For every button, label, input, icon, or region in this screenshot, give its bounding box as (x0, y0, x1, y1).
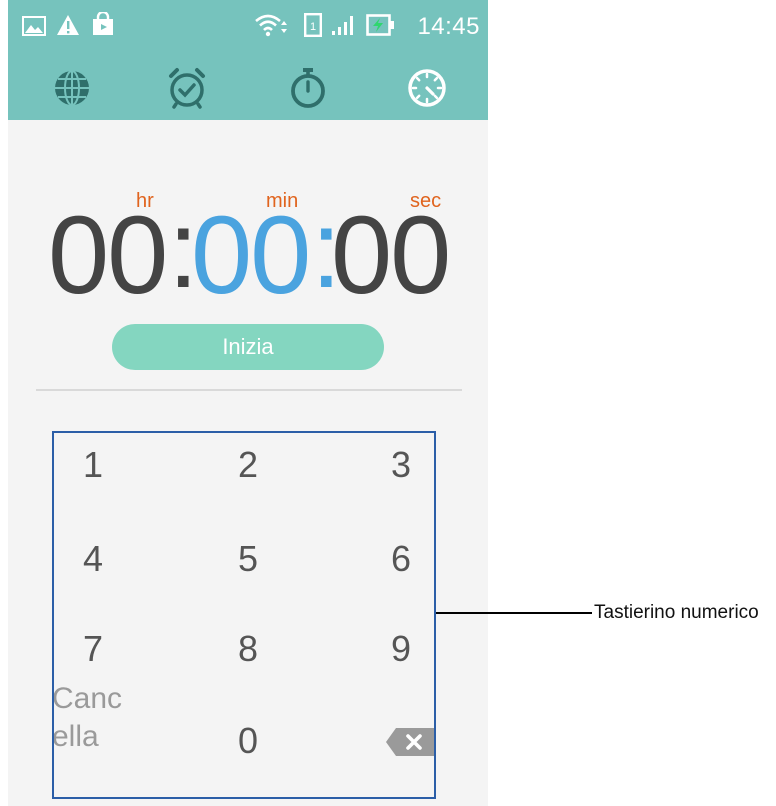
timer-display: 00 : 00 : 00 (8, 190, 488, 316)
status-bar: 1 14:45 (8, 0, 488, 56)
callout-line (436, 612, 592, 614)
keypad-highlight-frame (52, 431, 436, 799)
sim-icon: 1 (304, 13, 322, 37)
start-button[interactable]: Inizia (112, 324, 384, 370)
tab-timer-icon[interactable] (403, 64, 451, 112)
battery-charging-icon (366, 14, 394, 36)
hours-value[interactable]: 00 (48, 196, 168, 316)
minutes-value[interactable]: 00 (191, 196, 311, 316)
tab-bar (8, 56, 488, 120)
tab-stopwatch-icon[interactable] (284, 64, 332, 112)
warning-icon (57, 15, 79, 35)
wifi-icon (255, 14, 287, 37)
seconds-value[interactable]: 00 (331, 196, 451, 316)
signal-icon (332, 16, 353, 35)
shopping-bag-icon (93, 12, 113, 35)
tab-world-clock-globe-icon[interactable] (48, 64, 96, 112)
tab-alarm-clock-icon[interactable] (163, 64, 211, 112)
image-icon (22, 16, 46, 36)
status-time: 14:45 (417, 13, 480, 40)
svg-text:1: 1 (310, 21, 316, 33)
divider (36, 389, 462, 391)
callout-label: Tastierino numerico (594, 602, 759, 623)
